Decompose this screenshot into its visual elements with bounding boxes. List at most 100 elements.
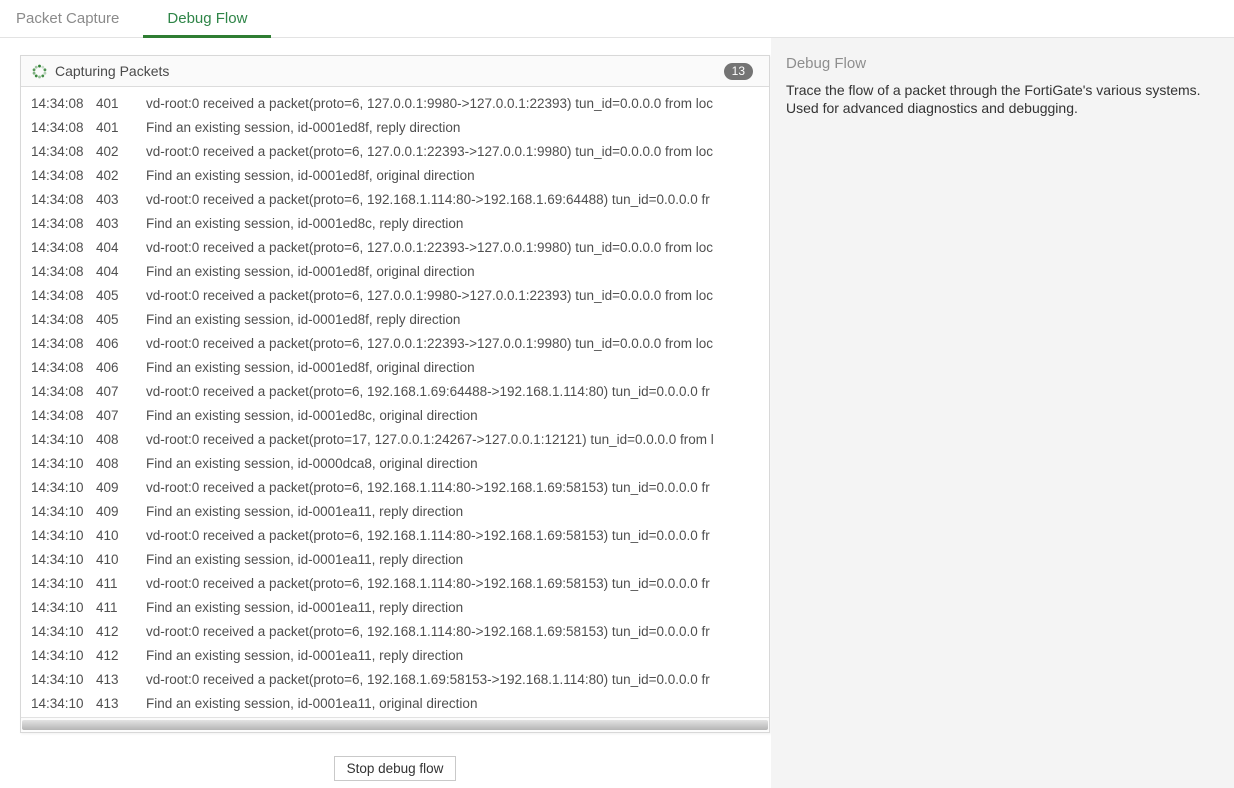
log-time: 14:34:08 <box>31 144 81 159</box>
log-row[interactable]: 14:34:10 409 Find an existing session, i… <box>21 499 769 523</box>
log-row[interactable]: 14:34:08 402 Find an existing session, i… <box>21 163 769 187</box>
horizontal-scrollbar-thumb[interactable] <box>22 720 768 730</box>
stop-debug-flow-button[interactable]: Stop debug flow <box>334 756 457 781</box>
log-row[interactable]: 14:34:08 407 Find an existing session, i… <box>21 403 769 427</box>
log-time: 14:34:08 <box>31 240 81 255</box>
log-time: 14:34:10 <box>31 648 81 663</box>
log-row[interactable]: 14:34:08 404 Find an existing session, i… <box>21 259 769 283</box>
log-sequence: 407 <box>96 384 124 399</box>
log-message: vd-root:0 received a packet(proto=6, 127… <box>146 336 769 351</box>
log-time: 14:34:10 <box>31 504 81 519</box>
log-sequence: 407 <box>96 408 124 423</box>
log-message: vd-root:0 received a packet(proto=6, 192… <box>146 624 769 639</box>
log-sequence: 408 <box>96 456 124 471</box>
tab-packet-capture[interactable]: Packet Capture <box>0 0 143 37</box>
log-row[interactable]: 14:34:08 402 vd-root:0 received a packet… <box>21 139 769 163</box>
log-time: 14:34:08 <box>31 408 81 423</box>
log-message: vd-root:0 received a packet(proto=6, 127… <box>146 96 769 111</box>
log-row[interactable]: 14:34:10 408 Find an existing session, i… <box>21 451 769 475</box>
log-row[interactable]: 14:34:08 407 vd-root:0 received a packet… <box>21 379 769 403</box>
log-row[interactable]: 14:34:08 405 vd-root:0 received a packet… <box>21 283 769 307</box>
log-row[interactable]: 14:34:10 413 vd-root:0 received a packet… <box>21 667 769 691</box>
capture-count-badge: 13 <box>724 63 753 80</box>
log-row[interactable]: 14:34:08 403 Find an existing session, i… <box>21 211 769 235</box>
log-message: Find an existing session, id-0001ea11, r… <box>146 648 769 663</box>
log-sequence: 405 <box>96 288 124 303</box>
log-sequence: 402 <box>96 144 124 159</box>
log-sequence: 411 <box>96 576 124 591</box>
log-sequence: 401 <box>96 120 124 135</box>
help-panel: Debug Flow Trace the flow of a packet th… <box>771 38 1234 788</box>
log-message: vd-root:0 received a packet(proto=6, 192… <box>146 480 769 495</box>
log-message: vd-root:0 received a packet(proto=6, 192… <box>146 384 769 399</box>
log-time: 14:34:08 <box>31 360 81 375</box>
log-row[interactable]: 14:34:10 411 Find an existing session, i… <box>21 595 769 619</box>
log-message: Find an existing session, id-0001ed8c, o… <box>146 408 769 423</box>
log-row[interactable]: 14:34:10 411 vd-root:0 received a packet… <box>21 571 769 595</box>
log-message: vd-root:0 received a packet(proto=6, 192… <box>146 672 769 687</box>
log-message: Find an existing session, id-0001ed8f, r… <box>146 312 769 327</box>
log-row[interactable]: 14:34:08 406 vd-root:0 received a packet… <box>21 331 769 355</box>
log-row[interactable]: 14:34:08 404 vd-root:0 received a packet… <box>21 235 769 259</box>
log-time: 14:34:10 <box>31 600 81 615</box>
log-message: Find an existing session, id-0001ea11, r… <box>146 600 769 615</box>
log-row[interactable]: 14:34:08 401 Find an existing session, i… <box>21 115 769 139</box>
log-sequence: 403 <box>96 216 124 231</box>
log-sequence: 412 <box>96 648 124 663</box>
log-time: 14:34:08 <box>31 288 81 303</box>
log-sequence: 404 <box>96 264 124 279</box>
log-row[interactable]: 14:34:08 406 Find an existing session, i… <box>21 355 769 379</box>
log-row[interactable]: 14:34:08 403 vd-root:0 received a packet… <box>21 187 769 211</box>
log-message: vd-root:0 received a packet(proto=6, 127… <box>146 144 769 159</box>
log-row[interactable]: 14:34:10 409 vd-root:0 received a packet… <box>21 475 769 499</box>
log-message: Find an existing session, id-0001ed8f, o… <box>146 360 769 375</box>
log-time: 14:34:10 <box>31 624 81 639</box>
log-sequence: 409 <box>96 480 124 495</box>
log-message: Find an existing session, id-0001ed8f, o… <box>146 168 769 183</box>
capture-panel-header: Capturing Packets 13 <box>21 56 769 87</box>
log-sequence: 413 <box>96 672 124 687</box>
log-sequence: 411 <box>96 600 124 615</box>
log-time: 14:34:08 <box>31 192 81 207</box>
log-message: vd-root:0 received a packet(proto=6, 192… <box>146 528 769 543</box>
log-sequence: 413 <box>96 696 124 711</box>
log-time: 14:34:10 <box>31 672 81 687</box>
log-sequence: 409 <box>96 504 124 519</box>
log-sequence: 404 <box>96 240 124 255</box>
log-message: vd-root:0 received a packet(proto=6, 127… <box>146 240 769 255</box>
log-message: vd-root:0 received a packet(proto=6, 127… <box>146 288 769 303</box>
log-sequence: 410 <box>96 552 124 567</box>
debug-flow-main: Capturing Packets 13 14:34:08 401 vd-roo… <box>0 38 771 788</box>
log-sequence: 406 <box>96 360 124 375</box>
log-row[interactable]: 14:34:08 401 vd-root:0 received a packet… <box>21 91 769 115</box>
log-time: 14:34:10 <box>31 552 81 567</box>
log-message: Find an existing session, id-0001ed8f, r… <box>146 120 769 135</box>
log-row[interactable]: 14:34:10 410 vd-root:0 received a packet… <box>21 523 769 547</box>
help-panel-title: Debug Flow <box>786 55 1220 72</box>
log-row[interactable]: 14:34:10 413 Find an existing session, i… <box>21 691 769 715</box>
log-row[interactable]: 14:34:10 412 Find an existing session, i… <box>21 643 769 667</box>
log-time: 14:34:10 <box>31 528 81 543</box>
help-panel-description: Trace the flow of a packet through the F… <box>786 81 1220 117</box>
log-time: 14:34:08 <box>31 216 81 231</box>
log-time: 14:34:08 <box>31 312 81 327</box>
log-message: Find an existing session, id-0001ed8c, r… <box>146 216 769 231</box>
capture-panel-title: Capturing Packets <box>55 63 169 79</box>
log-time: 14:34:10 <box>31 576 81 591</box>
log-row[interactable]: 14:34:10 410 Find an existing session, i… <box>21 547 769 571</box>
log-message: Find an existing session, id-0001ea11, r… <box>146 504 769 519</box>
log-time: 14:34:08 <box>31 120 81 135</box>
log-row[interactable]: 14:34:08 405 Find an existing session, i… <box>21 307 769 331</box>
log-time: 14:34:08 <box>31 264 81 279</box>
log-message: vd-root:0 received a packet(proto=17, 12… <box>146 432 769 447</box>
log-row[interactable]: 14:34:10 408 vd-root:0 received a packet… <box>21 427 769 451</box>
horizontal-scrollbar[interactable] <box>21 717 769 732</box>
log-time: 14:34:08 <box>31 384 81 399</box>
log-message: vd-root:0 received a packet(proto=6, 192… <box>146 576 769 591</box>
log-row[interactable]: 14:34:10 412 vd-root:0 received a packet… <box>21 619 769 643</box>
log-time: 14:34:10 <box>31 480 81 495</box>
log-time: 14:34:08 <box>31 168 81 183</box>
log-time: 14:34:08 <box>31 96 81 111</box>
tab-debug-flow[interactable]: Debug Flow <box>143 0 271 37</box>
log-sequence: 405 <box>96 312 124 327</box>
